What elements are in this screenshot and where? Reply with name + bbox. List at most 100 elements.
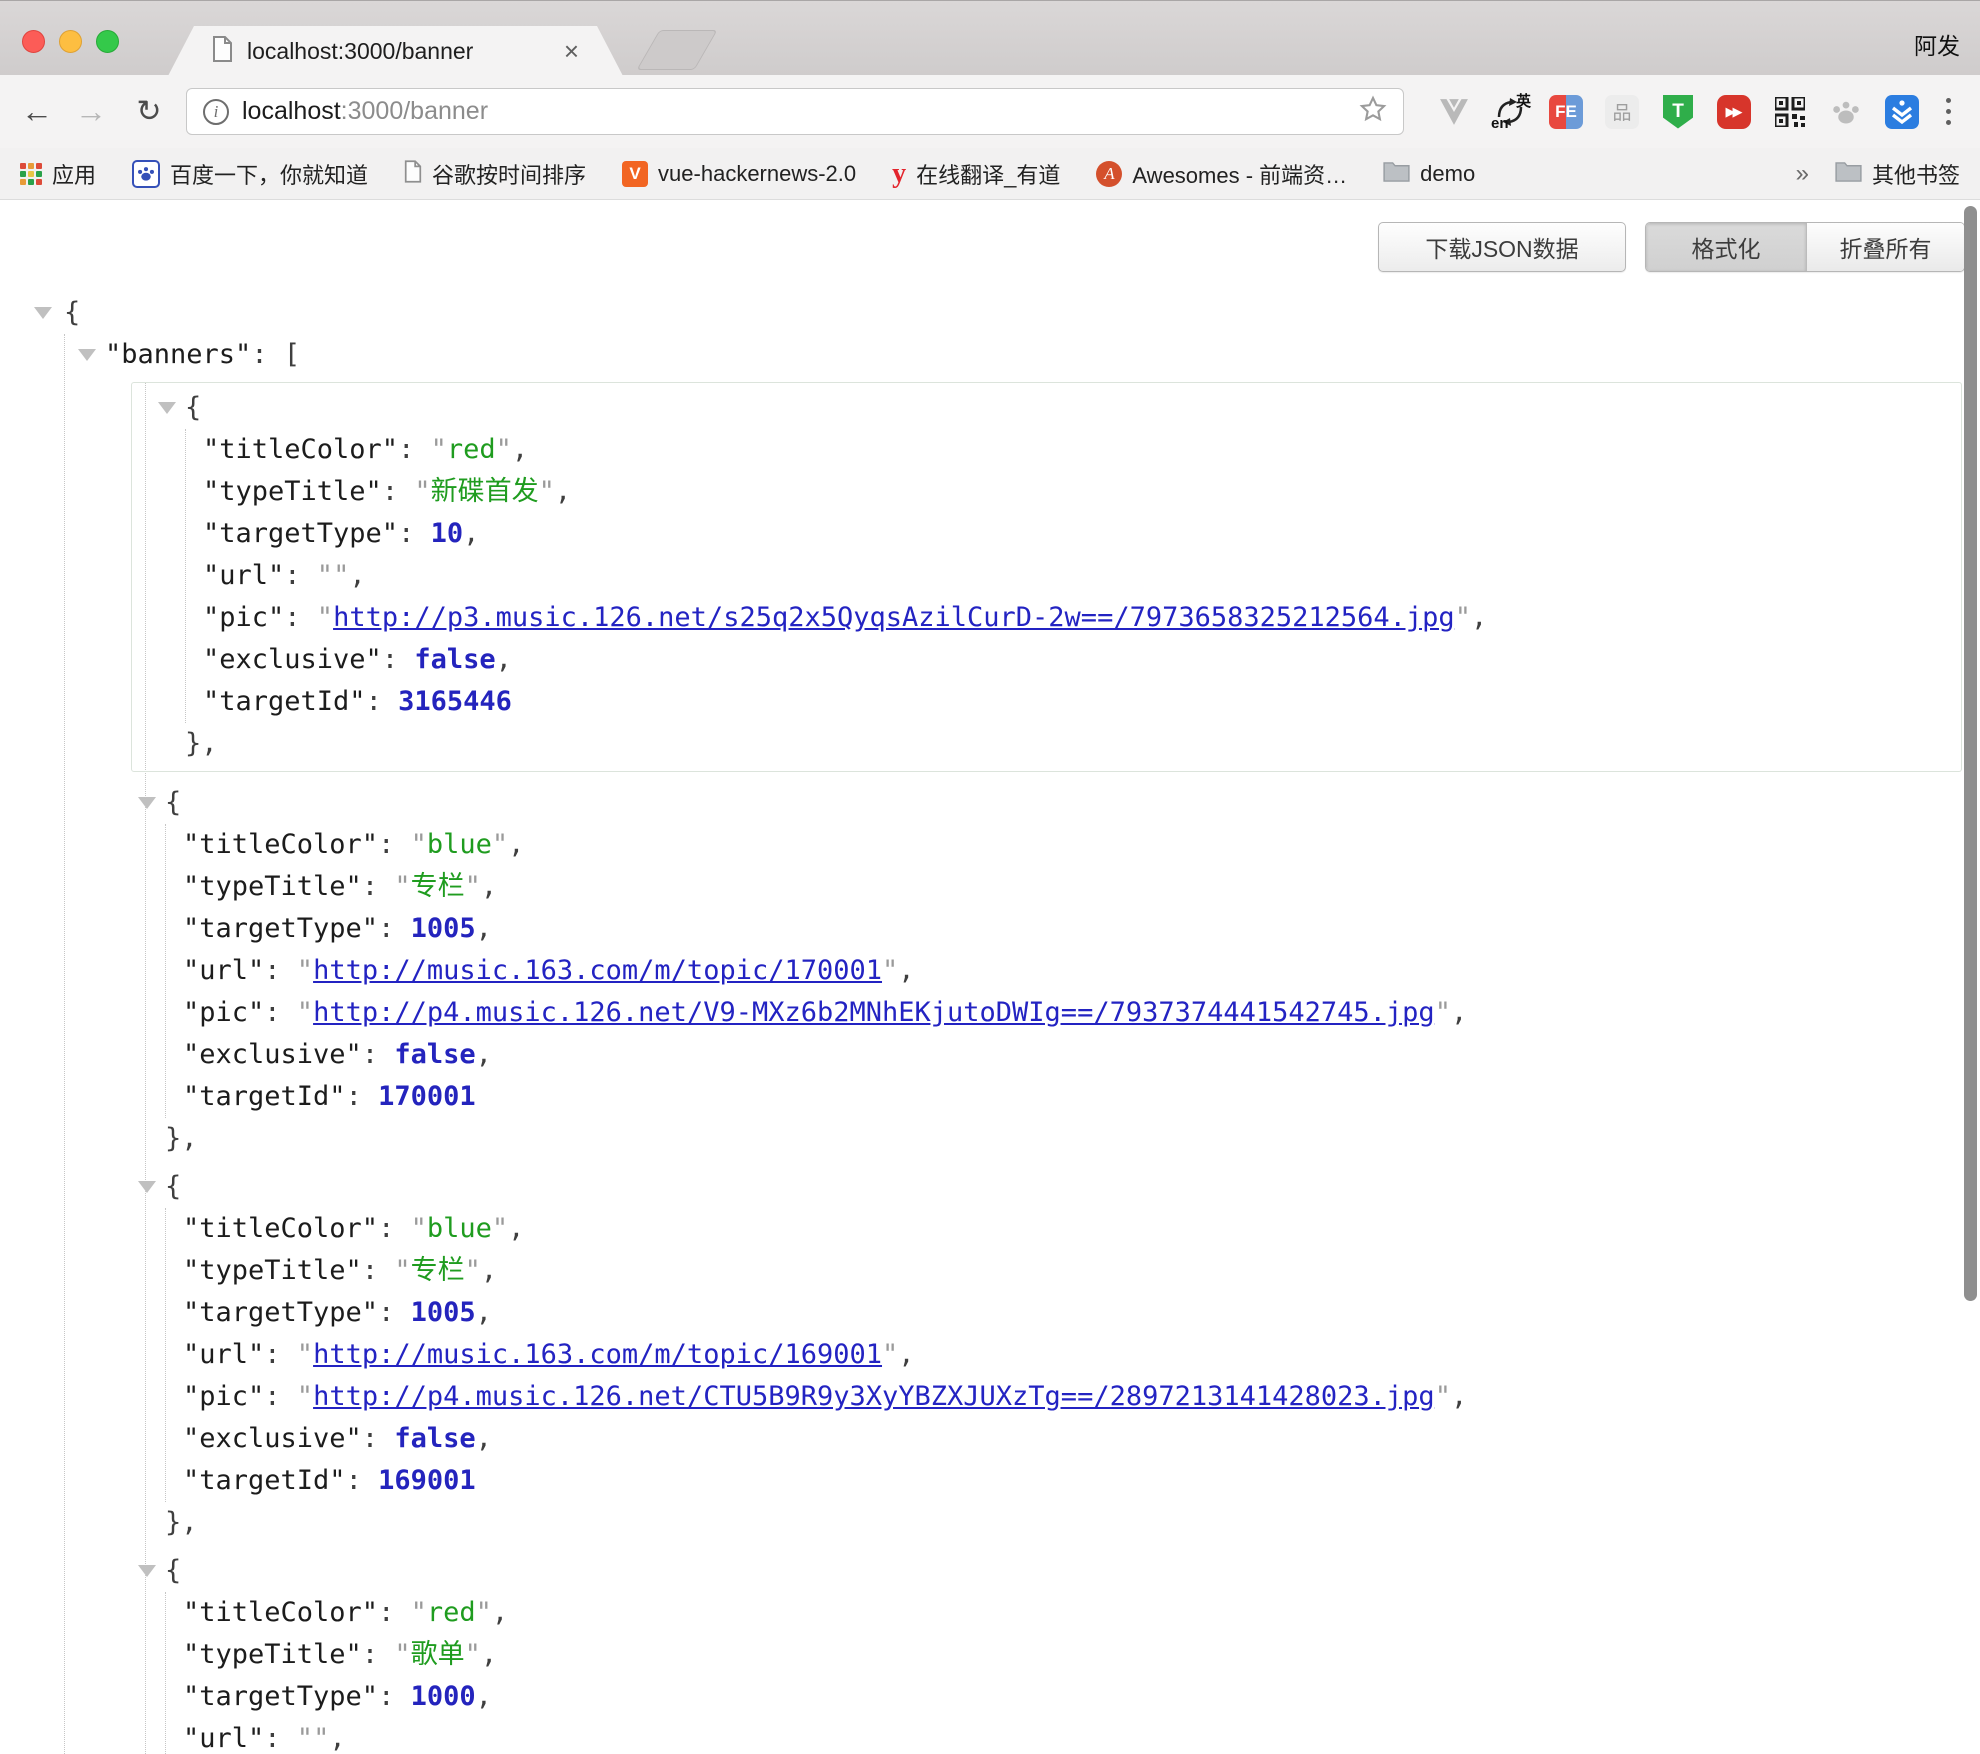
collapse-toggle-icon[interactable] [138,797,156,809]
toolbar: ← → ↻ i localhost :3000/banner 英 en FE 品… [0,75,1980,148]
json-row: "titleColor": "red", [203,429,1961,471]
bookmark-apps[interactable]: 应用 [20,158,96,190]
bookmark-youdao[interactable]: y 在线翻译_有道 [892,158,1060,190]
json-row: "exclusive": false, [183,1418,1958,1460]
extensions-area: 英 en FE 品 T ▶▶ [1436,75,1920,148]
page-icon [404,160,422,188]
collapse-toggle-icon[interactable] [138,1565,156,1577]
profile-name: 阿发 [1914,27,1960,61]
json-row: "targetType": 1005, [183,908,1958,950]
zoom-window-button[interactable] [96,30,119,53]
page-icon [212,36,233,67]
reload-button[interactable]: ↻ [124,75,174,148]
sitemap-icon[interactable]: 品 [1604,94,1640,130]
paw-icon[interactable] [1828,94,1864,130]
json-row: "typeTitle": "专栏", [183,1250,1958,1292]
json-row: "url": "http://music.163.com/m/topic/170… [183,950,1958,992]
url-host: localhost [242,97,341,126]
json-tree: {"banners": [{"titleColor": "red","typeT… [0,292,1958,1754]
json-row: "targetType": 1000, [183,1676,1958,1718]
youdao-icon: y [892,160,906,188]
baidu-paw-icon [132,160,160,188]
json-row: "targetId": 170001 [183,1076,1958,1118]
bookmark-demo-folder[interactable]: demo [1383,161,1475,187]
collapse-toggle-icon[interactable] [158,402,176,414]
json-row: "exclusive": false, [183,1034,1958,1076]
json-row: "typeTitle": "歌单", [183,1634,1958,1676]
folder-icon [1383,161,1410,187]
json-row: "pic": "http://p3.music.126.net/s25q2x5Q… [203,597,1961,639]
json-row: "titleColor": "red", [183,1592,1958,1634]
translate-icon[interactable]: 英 en [1492,94,1528,130]
page-content: 下载JSON数据 格式化 折叠所有 {"banners": [{"titleCo… [0,200,1980,1754]
bookmarks-overflow-chevron[interactable]: » [1796,160,1809,188]
json-row: "typeTitle": "新碟首发", [203,471,1961,513]
json-row: "banners": [ [105,334,1958,376]
json-link-value[interactable]: http://p3.music.126.net/s25q2x5QyqsAzilC… [333,602,1455,633]
tab-strip: localhost:3000/banner × 阿发 [0,0,1980,75]
json-row: { [165,1166,1958,1208]
browser-tab[interactable]: localhost:3000/banner × [168,26,623,76]
new-tab-button[interactable] [636,30,717,70]
json-row: "pic": "http://p4.music.126.net/CTU5B9R9… [183,1376,1958,1418]
awesomes-icon: A [1096,161,1122,187]
back-button[interactable]: ← [12,75,62,148]
kebab-menu-icon[interactable] [1930,75,1966,148]
info-icon[interactable]: i [203,99,229,125]
folder-icon [1835,161,1862,187]
json-link-value[interactable]: http://p4.music.126.net/CTU5B9R9y3XyYBZX… [313,1381,1435,1412]
minimize-window-button[interactable] [59,30,82,53]
json-row: "url": "http://music.163.com/m/topic/169… [183,1334,1958,1376]
format-button[interactable]: 格式化 [1646,223,1806,271]
scrollbar-thumb[interactable] [1964,206,1977,1301]
json-row: }, [165,1502,1958,1544]
json-row: "targetId": 3165446 [203,681,1961,723]
collapse-all-button[interactable]: 折叠所有 [1806,223,1964,271]
json-row: "targetId": 169001 [183,1460,1958,1502]
json-row: { [165,782,1958,824]
json-row: "pic": "http://p4.music.126.net/V9-MXz6b… [183,992,1958,1034]
json-link-value[interactable]: http://music.163.com/m/topic/170001 [313,955,882,986]
bookmark-google-sort[interactable]: 谷歌按时间排序 [404,158,586,190]
json-row: "targetType": 10, [203,513,1961,555]
shield-t-icon[interactable]: T [1660,94,1696,130]
qr-code-icon[interactable] [1772,94,1808,130]
address-bar[interactable]: i localhost :3000/banner [186,88,1404,135]
json-row: { [0,292,1958,334]
collapse-toggle-icon[interactable] [34,307,52,319]
json-row: { [185,387,1961,429]
bookmark-baidu[interactable]: 百度一下，你就知道 [132,158,368,190]
json-row: "exclusive": false, [203,639,1961,681]
fast-forward-icon[interactable]: ▶▶ [1716,94,1752,130]
star-icon[interactable] [1359,95,1387,128]
url-path: :3000/banner [341,97,488,126]
banner-item: {"titleColor": "blue","typeTitle": "专栏",… [165,782,1958,1160]
bookmarks-bar: 应用 百度一下，你就知道 谷歌按时间排序 V vue-hackernews-2.… [0,148,1980,200]
json-row: "targetType": 1005, [183,1292,1958,1334]
json-row: "url": "", [203,555,1961,597]
bookmark-awesomes[interactable]: A Awesomes - 前端资… [1096,158,1347,190]
json-row: }, [185,723,1961,765]
json-row: "titleColor": "blue", [183,1208,1958,1250]
collapse-toggle-icon[interactable] [138,1181,156,1193]
browser-window: localhost:3000/banner × 阿发 ← → ↻ i local… [0,0,1980,1754]
download-json-button[interactable]: 下载JSON数据 [1378,222,1626,272]
close-window-button[interactable] [22,30,45,53]
fe-icon[interactable]: FE [1548,94,1584,130]
json-link-value[interactable]: http://music.163.com/m/topic/169001 [313,1339,882,1370]
json-row: }, [165,1118,1958,1160]
collapse-toggle-icon[interactable] [78,349,96,361]
json-row: { [165,1550,1958,1592]
view-mode-segment: 格式化 折叠所有 [1645,222,1965,272]
json-row: "titleColor": "blue", [183,824,1958,866]
download-manager-icon[interactable] [1884,94,1920,130]
json-link-value[interactable]: http://p4.music.126.net/V9-MXz6b2MNhEKju… [313,997,1435,1028]
bookmark-vue-hackernews[interactable]: V vue-hackernews-2.0 [622,161,856,187]
other-bookmarks-folder[interactable]: 其他书签 [1835,158,1960,190]
vue-devtools-icon[interactable] [1436,94,1472,130]
json-row: "typeTitle": "专栏", [183,866,1958,908]
vue-icon: V [622,161,648,187]
banner-item: {"titleColor": "red","typeTitle": "新碟首发"… [131,382,1962,772]
close-tab-icon[interactable]: × [564,38,579,64]
forward-button: → [66,75,116,148]
